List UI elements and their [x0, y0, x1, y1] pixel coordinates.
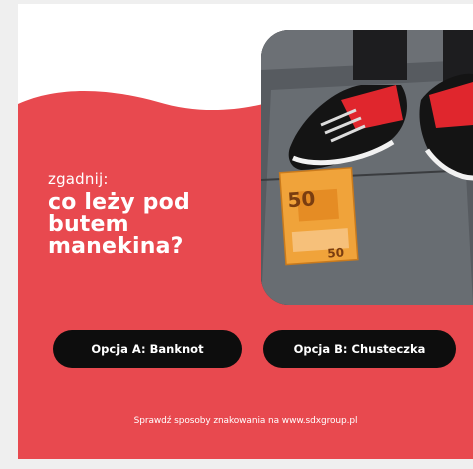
question-line-1: co leży pod	[48, 190, 190, 215]
quiz-question: zgadnij: co leży pod butem manekina?	[48, 170, 258, 258]
question-line-2: butem	[48, 212, 129, 237]
option-a-button[interactable]: Opcja A: Banknot	[53, 330, 242, 368]
quiz-kicker: zgadnij:	[48, 170, 109, 188]
banknote-value-label-small: 50	[327, 245, 345, 260]
post-frame: 50 50 zgadnij: co leży pod butem manekin…	[0, 0, 473, 469]
banknote-value-label: 50	[287, 186, 316, 212]
quiz-question-text: co leży pod butem manekina?	[48, 192, 258, 258]
option-b-button[interactable]: Opcja B: Chusteczka	[263, 330, 456, 368]
mannequin-photo: 50 50	[261, 30, 473, 305]
quiz-card: 50 50 zgadnij: co leży pod butem manekin…	[18, 4, 473, 459]
question-line-3: manekina?	[48, 234, 184, 259]
footer-link-text[interactable]: Sprawdź sposoby znakowania na www.sdxgro…	[18, 416, 473, 426]
